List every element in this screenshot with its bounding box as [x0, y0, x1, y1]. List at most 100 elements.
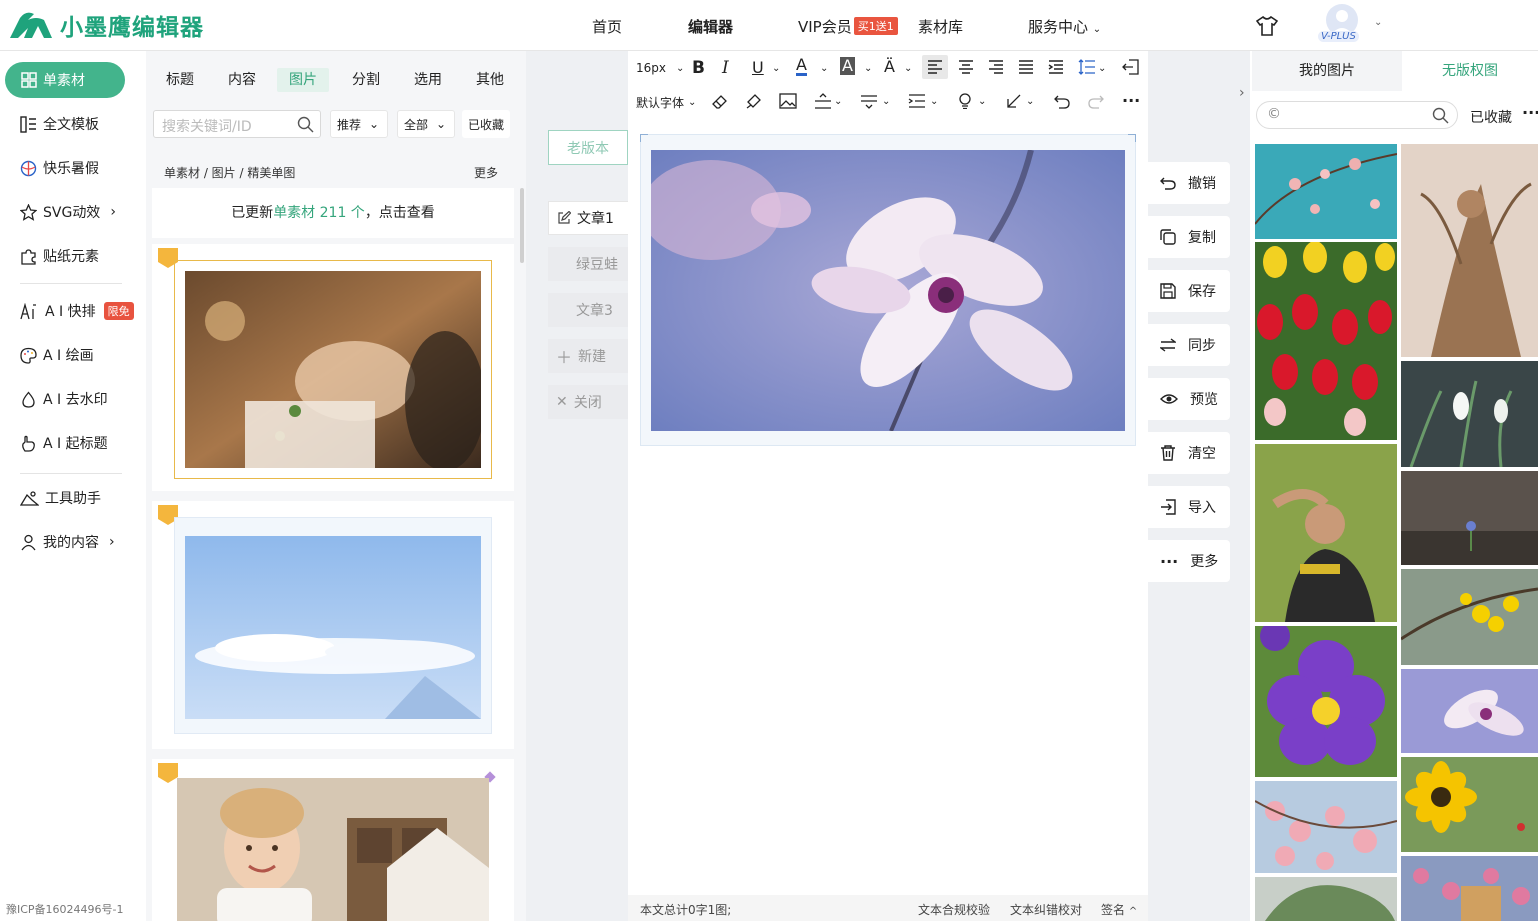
image-thumb[interactable]	[1255, 781, 1397, 873]
material-card[interactable]	[152, 244, 514, 491]
tshirt-icon[interactable]	[1256, 16, 1278, 36]
search-icon[interactable]	[297, 116, 314, 133]
chevron-down-icon[interactable]: ⌄	[978, 96, 986, 107]
image-thumb[interactable]	[1255, 626, 1397, 777]
nav-home[interactable]: 首页	[592, 16, 622, 37]
image-thumb[interactable]	[1401, 144, 1538, 357]
search-icon[interactable]	[1432, 107, 1449, 124]
sidebar-item-single-material[interactable]: 单素材	[5, 62, 125, 98]
image-thumb[interactable]	[1255, 877, 1397, 921]
sidebar-item-ai-paint[interactable]: A I 绘画	[20, 344, 94, 366]
material-card[interactable]	[152, 501, 514, 749]
chevron-right-icon[interactable]: ›	[1239, 85, 1245, 101]
tab-options[interactable]: 选用	[414, 68, 442, 92]
tab-my-images[interactable]: 我的图片	[1252, 51, 1402, 91]
close-article-button[interactable]: ✕ 关闭	[548, 385, 628, 419]
sidebar-item-ai-watermark[interactable]: A I 去水印	[20, 388, 108, 410]
indent-icon[interactable]	[1048, 60, 1064, 74]
format-brush-icon[interactable]	[746, 93, 762, 109]
image-icon[interactable]	[779, 93, 797, 109]
image-search-input[interactable]: ©	[1256, 101, 1458, 129]
highlight-color-icon[interactable]: A	[840, 57, 855, 75]
sidebar-item-full-template[interactable]: 全文模板	[20, 113, 99, 135]
chevron-down-icon[interactable]: ⌄	[772, 63, 780, 74]
nav-library[interactable]: 素材库	[918, 16, 963, 37]
chevron-down-icon[interactable]: ⌄	[930, 96, 938, 107]
arrow-down-left-icon[interactable]	[1006, 93, 1022, 109]
tab-article-1[interactable]: 文章1	[548, 201, 628, 235]
spacing-icon[interactable]	[814, 93, 832, 109]
image-thumb[interactable]	[1401, 471, 1538, 565]
image-thumb[interactable]	[1401, 569, 1538, 665]
align-justify-icon[interactable]	[1018, 60, 1034, 74]
chevron-down-icon[interactable]: ⌄	[1374, 17, 1382, 28]
tab-copyright-free[interactable]: 无版权图	[1402, 51, 1538, 91]
sidebar-item-stickers[interactable]: 贴纸元素	[20, 245, 99, 267]
all-select[interactable]: 全部 ⌄	[397, 110, 455, 138]
sidebar-item-ai-title[interactable]: A I 起标题	[20, 432, 108, 454]
exit-icon[interactable]	[1122, 59, 1139, 75]
avatar[interactable]: V-PLUS	[1318, 4, 1366, 46]
proofread-button[interactable]: 文本纠错校对	[1010, 901, 1082, 918]
undo-button[interactable]: 撤销	[1148, 162, 1230, 204]
image-thumb[interactable]	[1255, 444, 1397, 622]
italic-icon[interactable]: I	[722, 58, 729, 78]
old-version-button[interactable]: 老版本	[548, 130, 628, 165]
tab-other[interactable]: 其他	[476, 68, 504, 92]
new-article-button[interactable]: ＋ 新建	[548, 339, 628, 373]
divider-line-icon[interactable]	[860, 93, 878, 109]
line-height-icon[interactable]	[1078, 59, 1096, 75]
eraser-icon[interactable]	[712, 93, 728, 109]
signature-button[interactable]: 签名 ^	[1101, 901, 1137, 918]
image-thumb[interactable]	[1255, 144, 1397, 239]
tab-divider[interactable]: 分割	[352, 68, 380, 92]
text-effect-icon[interactable]: Ä	[884, 57, 895, 76]
align-left-icon[interactable]	[922, 55, 948, 79]
tab-content[interactable]: 内容	[228, 68, 256, 92]
import-button[interactable]: 导入	[1148, 486, 1230, 528]
sidebar-item-my-content[interactable]: 我的内容 ›	[20, 531, 115, 553]
collected-filter[interactable]: 已收藏	[462, 110, 510, 138]
image-thumb[interactable]	[1401, 856, 1538, 921]
nav-vip[interactable]: VIP会员 买1送1	[798, 16, 898, 37]
redo-icon[interactable]	[1088, 93, 1104, 109]
align-right-icon[interactable]	[988, 60, 1004, 74]
image-thumb[interactable]	[1401, 361, 1538, 467]
underline-icon[interactable]: U	[752, 58, 764, 77]
update-notice[interactable]: 已更新单素材 211 个，点击查看	[152, 188, 514, 238]
chevron-down-icon[interactable]: ⌄	[834, 96, 842, 107]
tab-title[interactable]: 标题	[166, 68, 194, 92]
image-thumb[interactable]	[1401, 757, 1538, 852]
tab-article-3[interactable]: 文章3	[548, 293, 628, 327]
font-color-icon[interactable]: A	[796, 57, 807, 76]
bulb-icon[interactable]	[958, 93, 972, 109]
material-search-input[interactable]: 搜索关键词/ID	[153, 110, 321, 138]
material-card[interactable]	[152, 759, 514, 921]
chevron-down-icon[interactable]: ⌄	[1098, 63, 1106, 74]
magnolia-photo[interactable]	[651, 150, 1125, 431]
chevron-down-icon[interactable]: ⌄	[904, 63, 912, 74]
sidebar-item-ai-layout[interactable]: A I 快排 限免	[20, 300, 134, 322]
chevron-down-icon[interactable]: ⌄	[882, 96, 890, 107]
save-button[interactable]: 保存	[1148, 270, 1230, 312]
chevron-down-icon[interactable]: ⌄	[820, 63, 828, 74]
sidebar-item-svg-animation[interactable]: SVG动效 ›	[20, 201, 116, 223]
more-dots-icon[interactable]: ···	[1122, 91, 1140, 110]
sidebar-item-tools[interactable]: 工具助手	[20, 487, 101, 509]
chevron-down-icon[interactable]: ⌄	[1026, 96, 1034, 107]
font-family-select[interactable]: 默认字体 ⌄	[636, 94, 696, 111]
icp-record[interactable]: 豫ICP备16024496号-1	[6, 901, 124, 917]
logo[interactable]: 小墨鹰编辑器	[8, 8, 204, 42]
clear-button[interactable]: 清空	[1148, 432, 1230, 474]
more-button[interactable]: ··· 更多	[1148, 540, 1230, 582]
tab-image[interactable]: 图片	[277, 68, 329, 92]
paragraph-indent-icon[interactable]	[908, 93, 926, 109]
preview-button[interactable]: 预览	[1148, 378, 1230, 420]
font-size-select[interactable]: 16px ⌄	[636, 61, 684, 75]
scrollbar[interactable]	[520, 188, 524, 263]
more-dots-icon[interactable]: ···	[1522, 103, 1538, 122]
nav-editor[interactable]: 编辑器	[688, 16, 733, 37]
tab-article-2[interactable]: 绿豆蛙	[548, 247, 628, 281]
nav-service[interactable]: 服务中心 ⌄	[1028, 16, 1101, 37]
align-center-icon[interactable]	[958, 60, 974, 74]
